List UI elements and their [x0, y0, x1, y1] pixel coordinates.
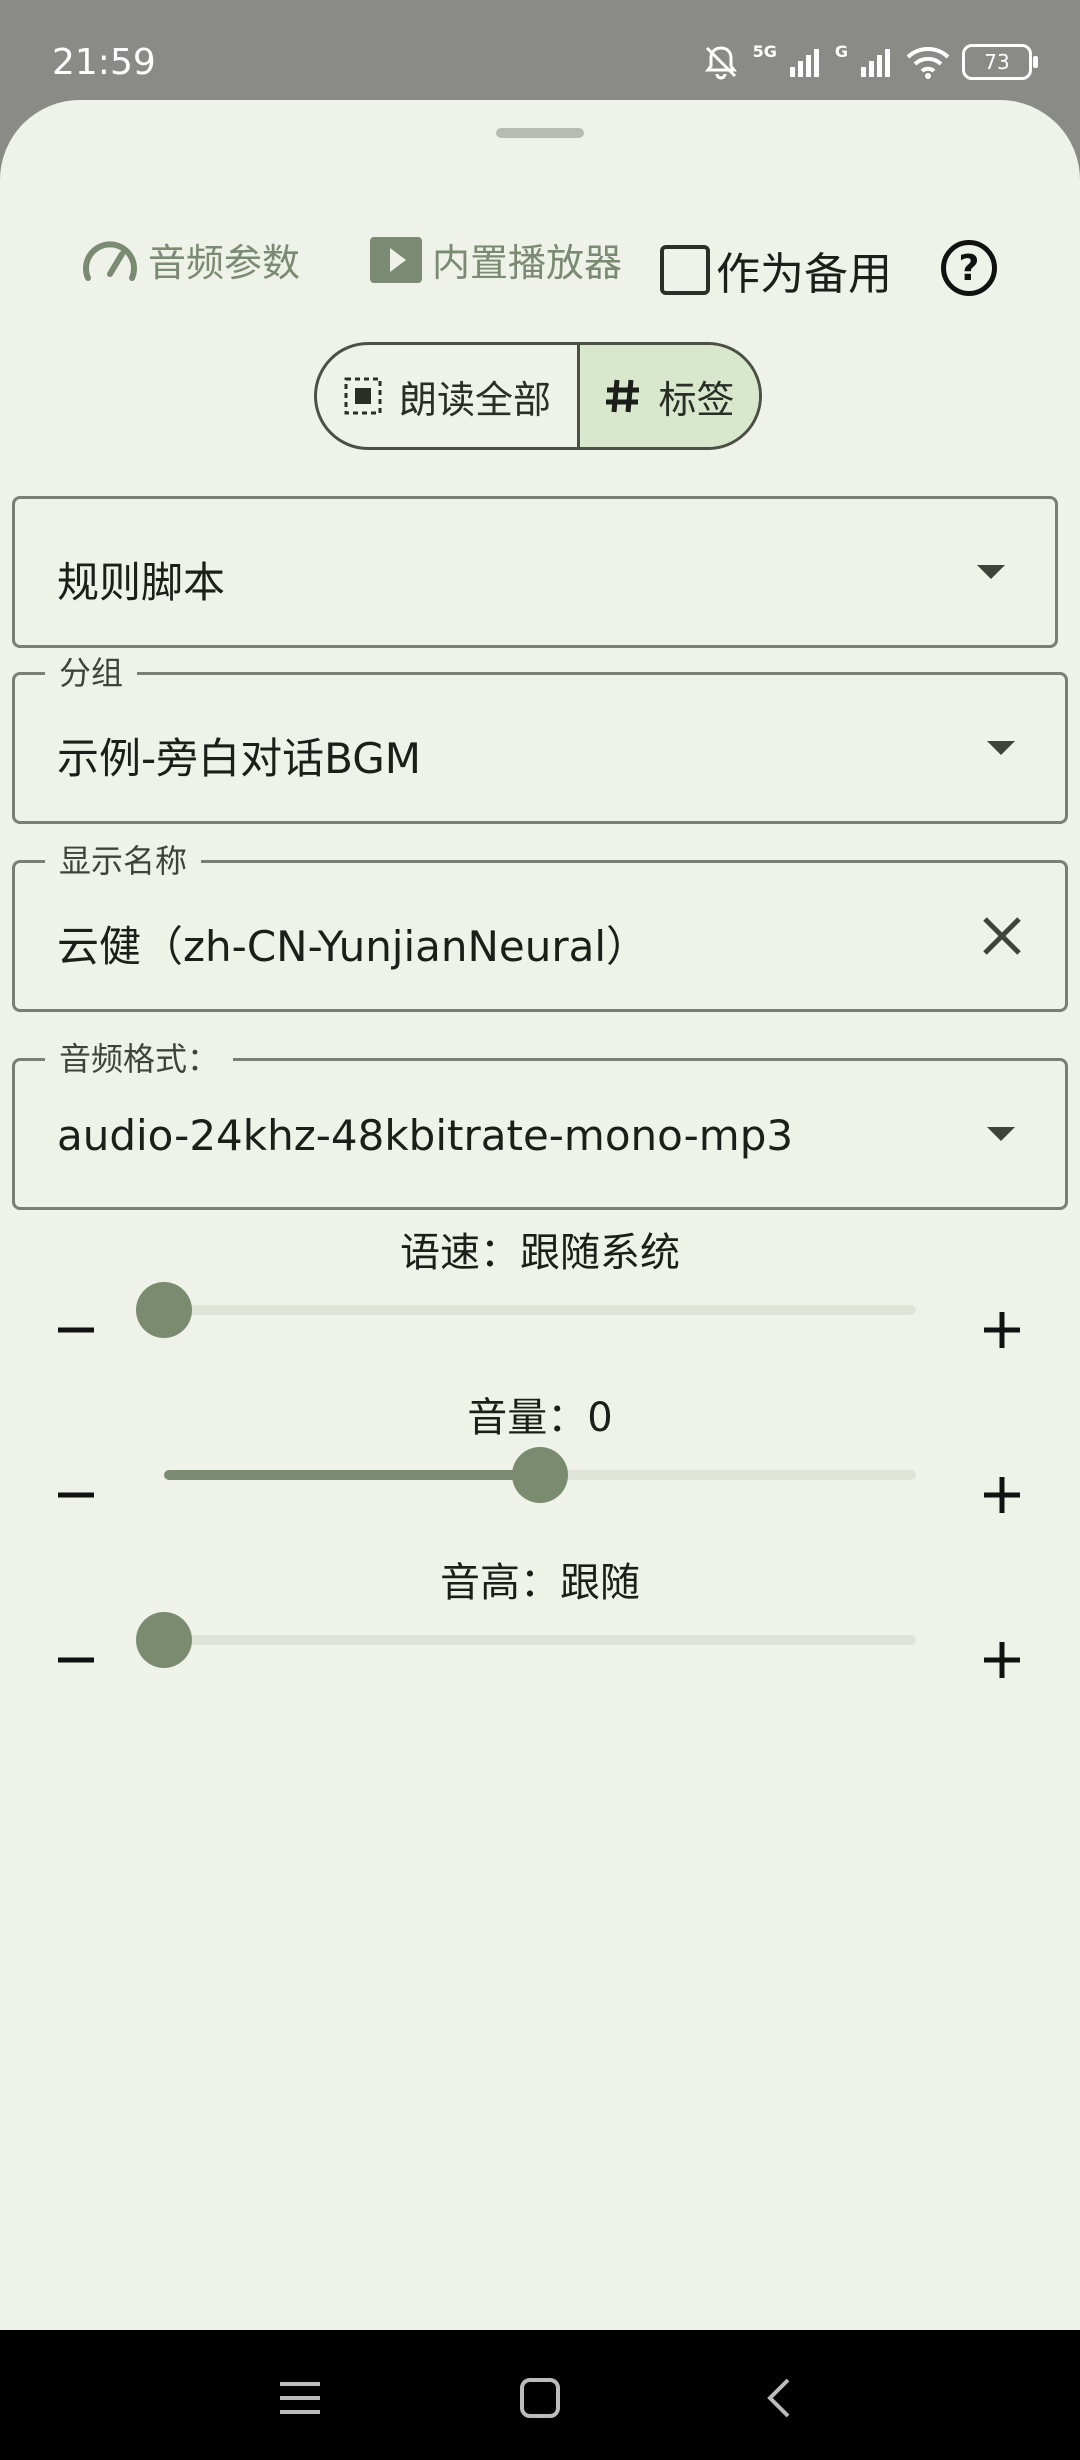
speed-title: 语速：跟随系统: [400, 1230, 680, 1276]
play-box-icon: [370, 236, 422, 283]
volume-slider[interactable]: [164, 1447, 916, 1503]
speedometer-icon: [83, 240, 137, 281]
network-5g-label: 5G: [752, 42, 777, 61]
signal-icon: [789, 49, 819, 77]
mute-bell-icon: [704, 46, 737, 80]
audio-params-label: 音频参数: [148, 241, 301, 285]
pitch-minus-button[interactable]: [48, 1632, 104, 1688]
plus-icon: [984, 1477, 1020, 1513]
volume-title: 音量：0: [467, 1395, 613, 1441]
speed-slider[interactable]: [136, 1282, 916, 1338]
select-all-icon: [343, 376, 383, 416]
display-name-field[interactable]: 显示名称 云健（zh-CN-YunjianNeural）: [12, 841, 1068, 1012]
battery-icon: 73: [962, 44, 1038, 80]
rule-script-dropdown[interactable]: 规则脚本: [12, 496, 1058, 648]
read-all-label: 朗读全部: [398, 377, 551, 422]
dropdown-arrow-icon: [987, 1127, 1015, 1141]
pitch-plus-button[interactable]: [974, 1632, 1030, 1688]
backup-label: 作为备用: [716, 249, 892, 300]
wifi-icon: [906, 47, 950, 79]
audio-params-button[interactable]: 音频参数: [80, 232, 300, 287]
dropdown-arrow-icon: [987, 741, 1015, 755]
volume-minus-button[interactable]: [48, 1467, 104, 1523]
audio-format-dropdown[interactable]: 音频格式： audio-24khz-48kbitrate-mono-mp3: [12, 1039, 1068, 1210]
clear-icon[interactable]: [979, 913, 1025, 959]
speed-plus-button[interactable]: [974, 1302, 1030, 1358]
back-button[interactable]: [750, 2368, 810, 2428]
rule-script-value: 规则脚本: [57, 558, 226, 607]
display-name-value: 云健（zh-CN-YunjianNeural）: [57, 922, 649, 971]
speed-minus-button[interactable]: [48, 1302, 104, 1358]
drag-handle[interactable]: [496, 128, 584, 138]
status-icons: 5G G 73: [701, 42, 1038, 82]
network-g-label: G: [834, 42, 848, 61]
dropdown-arrow-icon: [977, 565, 1005, 579]
speed-slider-thumb[interactable]: [136, 1282, 192, 1338]
battery-level: 73: [984, 50, 1010, 74]
volume-slider-thumb[interactable]: [512, 1447, 568, 1503]
recents-button[interactable]: [270, 2368, 330, 2428]
volume-plus-button[interactable]: [974, 1467, 1030, 1523]
help-icon[interactable]: ?: [941, 240, 997, 296]
read-all-segment[interactable]: 朗读全部: [317, 345, 577, 447]
builtin-player-label: 内置播放器: [432, 241, 623, 285]
back-chevron-icon: [767, 2378, 790, 2418]
help-glyph: ?: [958, 247, 980, 289]
builtin-player-button[interactable]: 内置播放器: [368, 232, 622, 287]
audio-format-value: audio-24khz-48kbitrate-mono-mp3: [57, 1111, 794, 1160]
home-square-icon: [520, 2378, 560, 2418]
minus-icon: [58, 1657, 94, 1663]
group-label: 分组: [45, 653, 138, 693]
checkbox-box[interactable]: [660, 245, 710, 295]
group-value: 示例-旁白对话BGM: [57, 734, 422, 783]
menu-icon: [280, 2382, 320, 2414]
minus-icon: [58, 1492, 94, 1498]
status-bar: 21:59 5G G 73: [0, 0, 1080, 100]
signal-icon-2: [861, 49, 890, 77]
display-name-label: 显示名称: [45, 841, 202, 881]
tag-label: 标签: [658, 377, 735, 422]
minus-icon: [58, 1327, 94, 1333]
plus-icon: [984, 1642, 1020, 1678]
pitch-slider[interactable]: [136, 1612, 916, 1668]
status-time: 21:59: [52, 42, 156, 83]
backup-checkbox[interactable]: 作为备用: [660, 238, 892, 302]
tag-segment[interactable]: 标签: [577, 345, 759, 447]
hashtag-icon: [604, 377, 642, 415]
mode-segmented-control: 朗读全部 标签: [314, 342, 762, 450]
audio-format-label: 音频格式：: [45, 1039, 234, 1079]
group-dropdown[interactable]: 分组 示例-旁白对话BGM: [12, 653, 1068, 824]
system-nav-bar: [0, 2330, 1080, 2460]
plus-icon: [984, 1312, 1020, 1348]
pitch-title: 音高：跟随: [440, 1560, 640, 1606]
volume-slider-fill: [164, 1470, 540, 1480]
pitch-slider-thumb[interactable]: [136, 1612, 192, 1668]
home-button[interactable]: [510, 2368, 570, 2428]
